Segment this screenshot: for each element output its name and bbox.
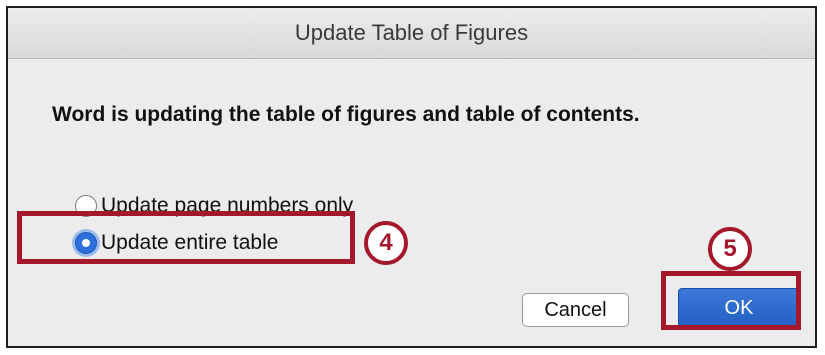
dialog-title: Update Table of Figures bbox=[8, 8, 815, 59]
highlight-box-ok bbox=[661, 271, 801, 330]
step-badge-5: 5 bbox=[708, 227, 752, 271]
highlight-box-radio bbox=[17, 211, 355, 264]
step-badge-4: 4 bbox=[364, 221, 408, 265]
dialog-message: Word is updating the table of figures an… bbox=[52, 103, 640, 126]
cancel-button[interactable]: Cancel bbox=[522, 293, 629, 327]
